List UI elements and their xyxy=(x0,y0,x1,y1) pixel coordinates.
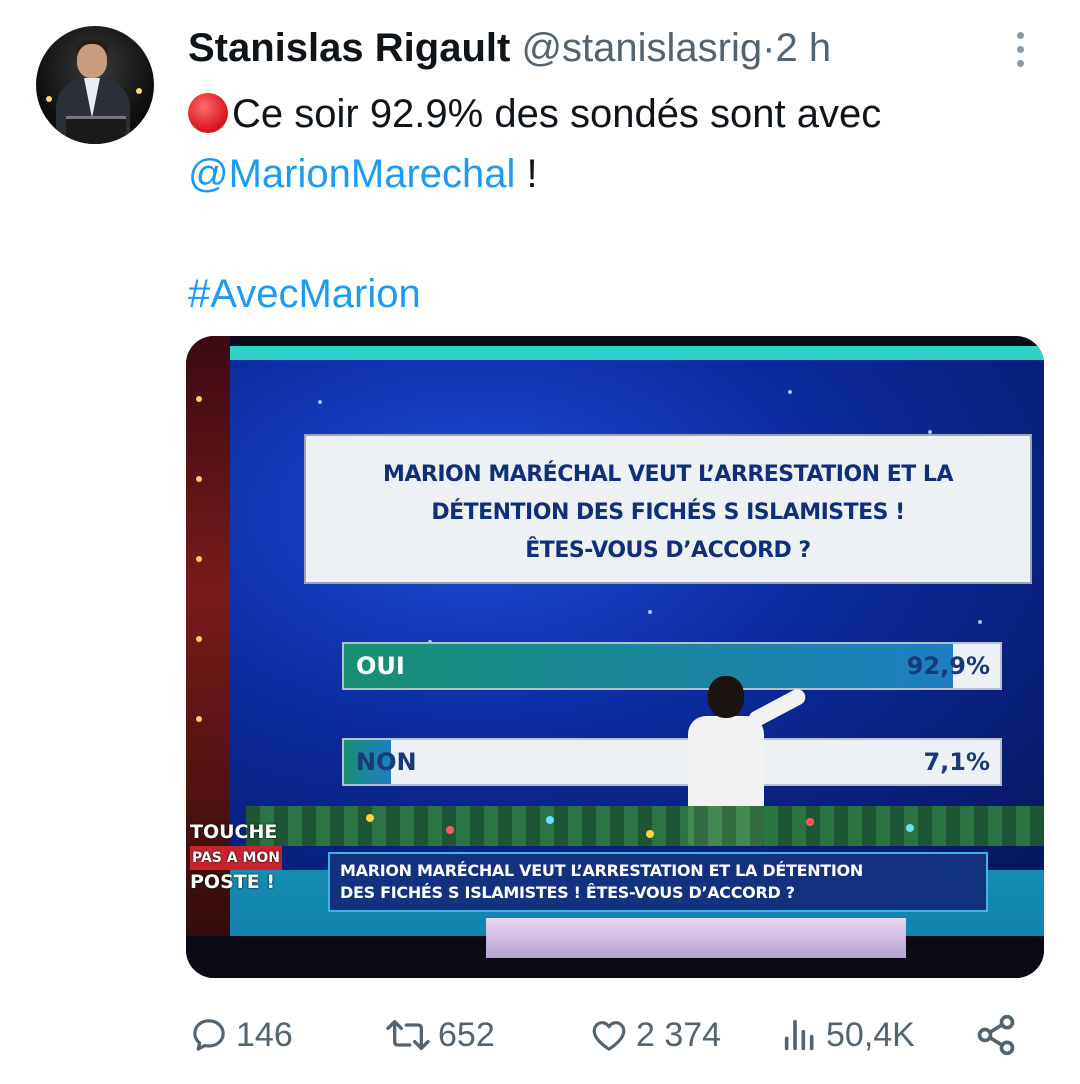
tweet-time[interactable]: 2 h xyxy=(775,26,831,70)
tweet-text: Ce soir 92.9% des sondés sont avec @Mari… xyxy=(188,84,1048,324)
author-handle[interactable]: @stanislasrig xyxy=(521,26,762,70)
avatar-podium xyxy=(66,116,126,144)
tweet-header: Stanislas Rigault @stanislasrig·2 h xyxy=(188,24,1000,72)
like-button[interactable]: 2 374 xyxy=(588,1010,721,1060)
ticker-line1: MARION MARÉCHAL VEUT L’ARRESTATION ET LA… xyxy=(340,861,863,880)
poll-question-box: MARION MARÉCHAL VEUT L’ARRESTATION ET LA… xyxy=(304,434,1032,584)
retweet-count: 652 xyxy=(438,1015,495,1054)
like-icon xyxy=(588,1015,630,1055)
share-button[interactable] xyxy=(974,1010,1024,1060)
reply-button[interactable]: 146 xyxy=(188,1010,293,1060)
retweet-icon xyxy=(384,1015,432,1055)
author-avatar[interactable] xyxy=(36,26,154,144)
logo-line3: POSTE ! xyxy=(190,871,275,893)
avatar-light xyxy=(46,96,52,102)
views-icon xyxy=(780,1015,820,1055)
reply-icon xyxy=(188,1015,230,1055)
tweet-text-suffix: ! xyxy=(515,152,538,196)
garland xyxy=(246,806,1044,846)
poll-label-non: NON xyxy=(356,748,417,776)
like-count: 2 374 xyxy=(636,1015,722,1054)
question-line3: ÊTES-VOUS D’ACCORD ? xyxy=(525,538,811,563)
tweet-actions: 146 652 2 374 50,4K xyxy=(186,1010,1046,1060)
question-line1: MARION MARÉCHAL VEUT L’ARRESTATION ET LA xyxy=(383,462,953,487)
stage xyxy=(486,918,906,958)
logo-line1: TOUCHE xyxy=(190,821,278,843)
hashtag-link[interactable]: #AvecMarion xyxy=(188,272,421,316)
show-logo: TOUCHE PAS A MON POSTE ! xyxy=(190,820,302,910)
poll-fill-oui xyxy=(344,644,954,688)
more-icon[interactable] xyxy=(1012,32,1028,72)
tweet-text-line1: Ce soir 92.9% des sondés sont avec xyxy=(232,92,882,136)
views-button[interactable]: 50,4K xyxy=(780,1010,915,1060)
ticker-line2: DES FICHÉS S ISLAMISTES ! ÊTES-VOUS D’AC… xyxy=(340,883,795,902)
news-ticker: MARION MARÉCHAL VEUT L’ARRESTATION ET LA… xyxy=(328,852,988,912)
avatar-face xyxy=(77,44,107,78)
poll-label-oui: OUI xyxy=(356,652,405,680)
reply-count: 146 xyxy=(236,1015,293,1054)
separator: · xyxy=(762,26,776,70)
share-icon xyxy=(974,1013,1018,1057)
retweet-button[interactable]: 652 xyxy=(384,1010,495,1060)
poll-value-non: 7,1% xyxy=(923,748,990,776)
avatar-light xyxy=(136,88,142,94)
tweet-media[interactable]: MARION MARÉCHAL VEUT L’ARRESTATION ET LA… xyxy=(186,336,1044,978)
question-line2: DÉTENTION DES FICHÉS S ISLAMISTES ! xyxy=(431,500,905,525)
poll-value-oui: 92,9% xyxy=(906,652,990,680)
poll-bar-oui: OUI 92,9% xyxy=(342,642,1002,690)
poll-bar-non: NON 7,1% xyxy=(342,738,1002,786)
author-name[interactable]: Stanislas Rigault xyxy=(188,26,510,70)
red-circle-icon xyxy=(188,93,228,133)
logo-line2: PAS A MON xyxy=(190,846,283,870)
views-count: 50,4K xyxy=(826,1015,915,1054)
mention-link[interactable]: @MarionMarechal xyxy=(188,152,515,196)
